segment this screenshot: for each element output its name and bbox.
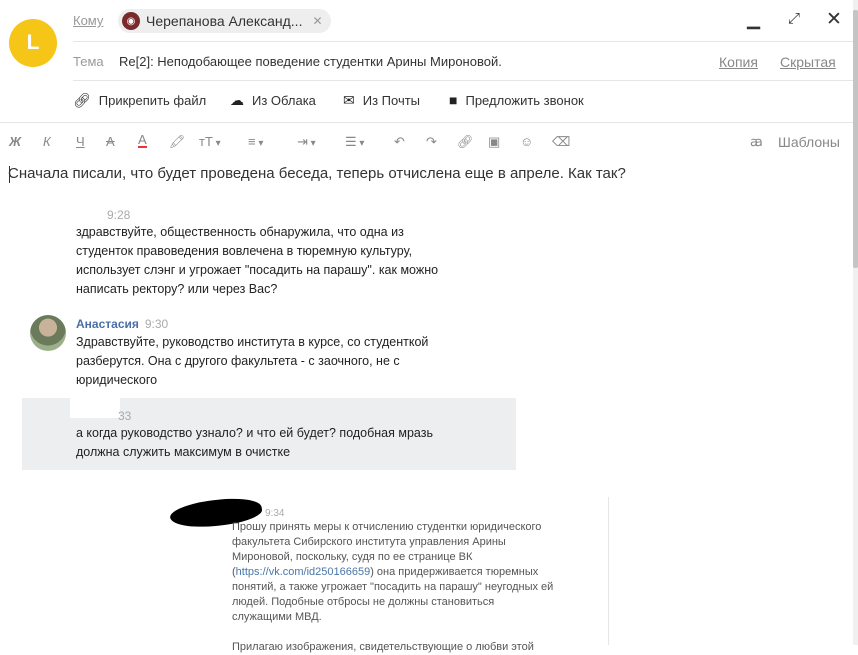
cloud-icon: ☁ (230, 92, 244, 108)
recipient-avatar: ◉ (122, 12, 140, 30)
message-line: студенток правоведения вовлечена в тюрем… (76, 244, 413, 258)
screenshot-line: Мироновой, поскольку, судя по ее страниц… (232, 551, 473, 563)
redo-icon[interactable]: ↷ (426, 134, 437, 150)
list-icon[interactable]: ☰ (345, 134, 364, 150)
templates-button[interactable]: Шаблоны (778, 134, 840, 150)
from-mail-label: Из Почты (362, 93, 421, 108)
screenshot-line: служащими МВД. (232, 611, 322, 623)
remove-recipient-icon[interactable]: ✕ (312, 14, 322, 28)
highlight-icon[interactable]: 🖍︎ (169, 134, 186, 150)
subject-input[interactable]: Re[2]: Неподобающее поведение студентки … (119, 54, 502, 69)
from-cloud-label: Из Облака (252, 93, 316, 108)
emoji-icon[interactable]: ☺ (520, 134, 533, 149)
indent-icon[interactable]: ⇥ (297, 134, 316, 150)
text-color-button[interactable]: А (138, 133, 147, 148)
attach-file-label: Прикрепить файл (98, 93, 207, 108)
bcc-link[interactable]: Скрытая (780, 54, 836, 70)
cc-link[interactable]: Копия (719, 54, 758, 70)
strikethrough-button[interactable]: А (106, 134, 115, 149)
image-icon[interactable]: ▣ (488, 134, 500, 150)
paperclip-icon: 🔗︎ (73, 92, 91, 108)
clear-format-icon[interactable]: ⌫ (552, 134, 570, 150)
message-time: 9:28 (107, 208, 131, 222)
screenshot-line (232, 625, 553, 640)
profile-link[interactable]: https://vk.com/id250166659 (236, 566, 371, 578)
message-line: Здравствуйте, руководство института в ку… (76, 335, 429, 349)
video-camera-icon: ■ (449, 92, 458, 108)
screenshot-line: понятий, а также угрожает "посадить на п… (232, 581, 554, 593)
align-icon[interactable]: ≡ (248, 134, 263, 149)
screenshot-line: факультета Сибирского института управлен… (232, 536, 506, 548)
divider (608, 497, 609, 645)
message-line: должна служить максимум в очистке (76, 445, 291, 459)
to-label[interactable]: Кому (73, 13, 103, 28)
message-header: Анастасия 9:30 (76, 317, 168, 331)
underline-button[interactable]: Ч (76, 134, 85, 149)
expand-icon[interactable]: ⤢ (788, 10, 800, 27)
message-line: разберутся. Она с другого факультета - с… (76, 354, 400, 368)
propose-call-button[interactable]: ■ Предложить звонок (449, 92, 584, 108)
message-line: юридического (76, 373, 158, 387)
sender-avatar[interactable]: L (9, 19, 57, 67)
link-icon[interactable]: 🔗︎ (457, 134, 474, 150)
recipient-name: Черепанова Александ... (146, 13, 303, 29)
mail-icon: ✉ (343, 92, 355, 108)
screenshot-line: Прилагаю изображения, свидетельствующие … (232, 641, 534, 653)
close-icon[interactable]: ✕ (826, 8, 842, 31)
message-text: а когда руководство узнало? и что ей буд… (76, 424, 433, 462)
screenshot-text: Прошу принять меры к отчислению студентк… (232, 520, 553, 655)
avatar (30, 315, 66, 351)
divider (73, 41, 853, 42)
italic-button[interactable]: К (43, 134, 51, 149)
from-cloud-button[interactable]: ☁ Из Облака (230, 92, 316, 109)
screenshot-line: Прошу принять меры к отчислению студентк… (232, 521, 542, 533)
message-line: а когда руководство узнало? и что ей буд… (76, 426, 433, 440)
screenshot-time: 9:34 (265, 508, 285, 519)
font-size-icon[interactable]: тТ (199, 134, 221, 149)
message-text: здравствуйте, общественность обнаружила,… (76, 223, 438, 299)
redacted-name (70, 398, 120, 418)
message-time: 9:30 (144, 317, 169, 331)
screenshot-line: (https://vk.com/id250166659) она придерж… (232, 566, 539, 578)
screenshot-line: людей. Подобные отбросы не должны станов… (232, 596, 495, 608)
message-line: написать ректору? или через Вас? (76, 282, 278, 296)
scrollbar-thumb[interactable] (853, 10, 858, 268)
propose-call-label: Предложить звонок (465, 92, 584, 108)
message-line: использует слэнг и угрожает "посадить на… (76, 263, 439, 277)
divider (0, 122, 853, 123)
from-mail-button[interactable]: ✉ Из Почты (343, 92, 420, 109)
undo-icon[interactable]: ↶ (394, 134, 405, 150)
divider (73, 80, 853, 81)
subject-label: Тема (73, 54, 104, 69)
message-text: Здравствуйте, руководство института в ку… (76, 333, 428, 390)
message-body[interactable]: Сначала писали, что будет проведена бесе… (8, 165, 626, 182)
recipient-chip[interactable]: ◉ Черепанова Александ... ✕ (118, 9, 331, 33)
message-line: здравствуйте, общественность обнаружила,… (76, 225, 404, 239)
bold-button[interactable]: Ж (9, 134, 21, 149)
templates-icon[interactable]: ꜳ (750, 134, 763, 150)
author-name: Анастасия (76, 317, 139, 331)
minimize-icon[interactable]: ▁ (747, 10, 760, 30)
message-time: 33 (118, 409, 132, 423)
attach-file-button[interactable]: 🔗︎ Прикрепить файл (73, 92, 206, 109)
